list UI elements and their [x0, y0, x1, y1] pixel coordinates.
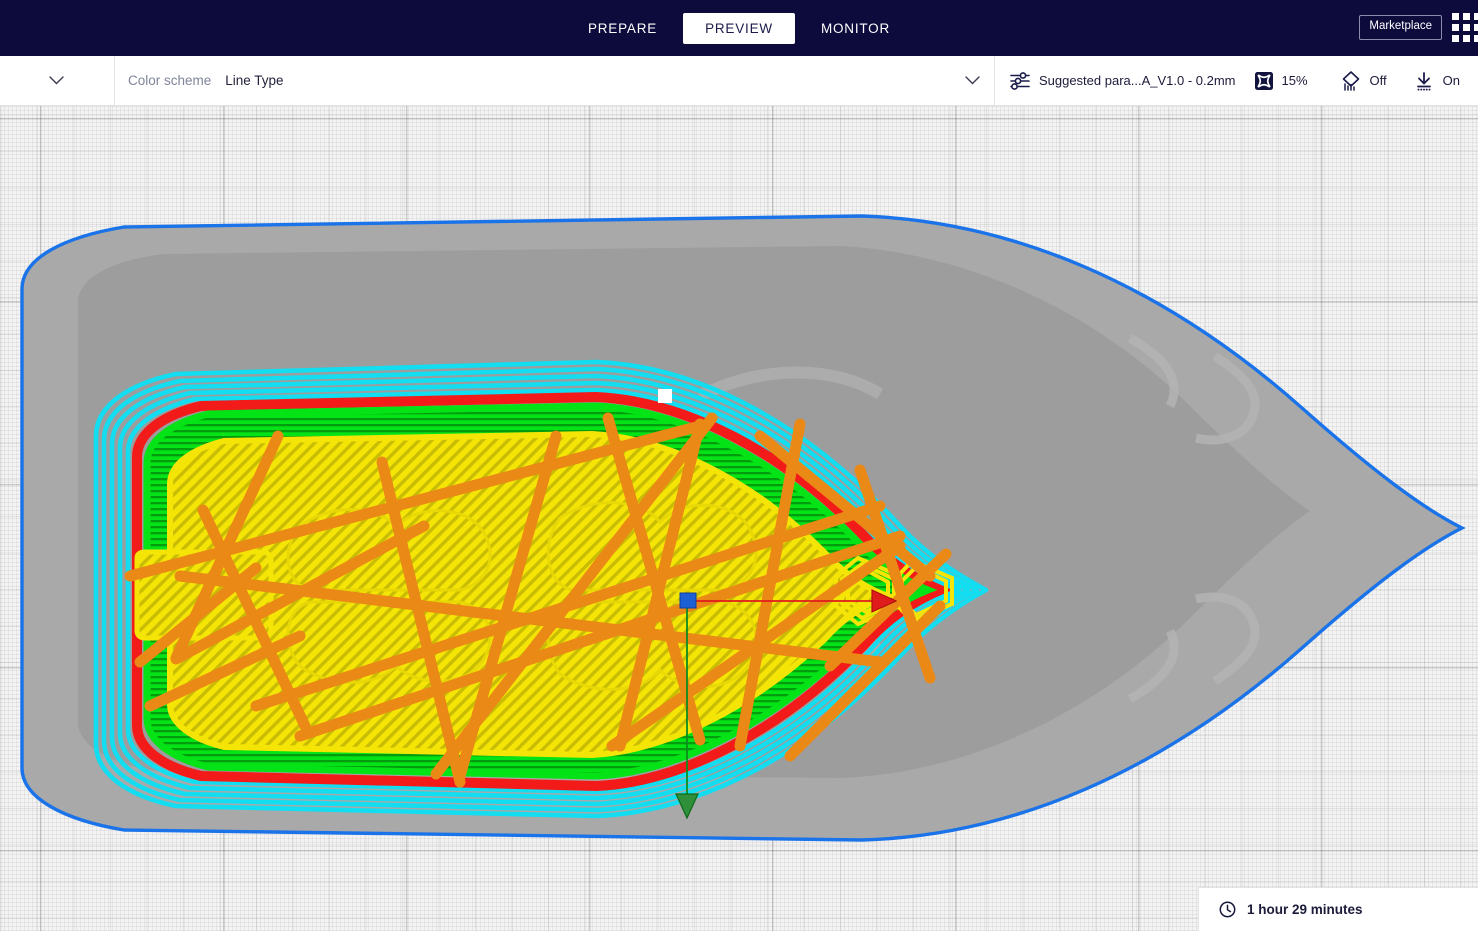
infill-value: 15%: [1282, 73, 1308, 88]
grid-dot: [1452, 35, 1459, 42]
support-item[interactable]: Off: [1340, 70, 1387, 92]
clock-icon: [1219, 901, 1236, 918]
collapse-panel-button[interactable]: [0, 56, 115, 105]
tab-prepare[interactable]: PREPARE: [566, 13, 679, 44]
grid-dot: [1452, 13, 1459, 20]
marketplace-button[interactable]: Marketplace: [1359, 15, 1442, 40]
color-scheme-selector[interactable]: Color scheme Line Type: [115, 56, 995, 105]
layer-start-marker: [658, 389, 672, 403]
tab-preview[interactable]: PREVIEW: [683, 13, 795, 44]
grid-dot: [1474, 24, 1478, 31]
grid-dot: [1463, 35, 1470, 42]
estimated-print-time: 1 hour 29 minutes: [1247, 902, 1363, 917]
adhesion-icon: [1413, 70, 1435, 92]
grid-dot: [1463, 24, 1470, 31]
grid-dot: [1474, 35, 1478, 42]
preview-toolbar: Color scheme Line Type: [0, 56, 1478, 106]
chevron-down-icon: [965, 73, 980, 88]
print-profile-value: Suggested para...A_V1.0 - 0.2mm: [1039, 73, 1236, 88]
print-time-card: 1 hour 29 minutes: [1198, 887, 1478, 931]
chevron-down-icon: [49, 74, 64, 87]
grid-dot: [1474, 13, 1478, 20]
support-value: Off: [1370, 73, 1387, 88]
support-icon: [1340, 70, 1362, 92]
grid-dot: [1452, 24, 1459, 31]
infill-icon: [1254, 71, 1274, 91]
color-scheme-value: Line Type: [225, 73, 283, 88]
stage-tabs: PREPARE PREVIEW MONITOR: [0, 0, 1478, 56]
sliced-model-render: [0, 106, 1478, 931]
grid-dot: [1463, 13, 1470, 20]
app-grid-icon[interactable]: [1452, 13, 1478, 43]
print-profile-item[interactable]: Suggested para...A_V1.0 - 0.2mm: [1009, 71, 1236, 91]
build-plate-viewport[interactable]: 1 hour 29 minutes: [0, 106, 1478, 931]
sliders-icon: [1009, 71, 1031, 91]
tab-monitor[interactable]: MONITOR: [799, 13, 912, 44]
infill-item[interactable]: 15%: [1254, 71, 1308, 91]
print-settings-summary: Suggested para...A_V1.0 - 0.2mm 15%: [995, 56, 1478, 105]
cura-preview-window: PREPARE PREVIEW MONITOR Marketplace Colo…: [0, 0, 1478, 931]
color-scheme-label: Color scheme: [128, 73, 211, 88]
adhesion-value: On: [1443, 73, 1460, 88]
adhesion-item[interactable]: On: [1413, 70, 1460, 92]
top-navigation-bar: PREPARE PREVIEW MONITOR Marketplace: [0, 0, 1478, 56]
